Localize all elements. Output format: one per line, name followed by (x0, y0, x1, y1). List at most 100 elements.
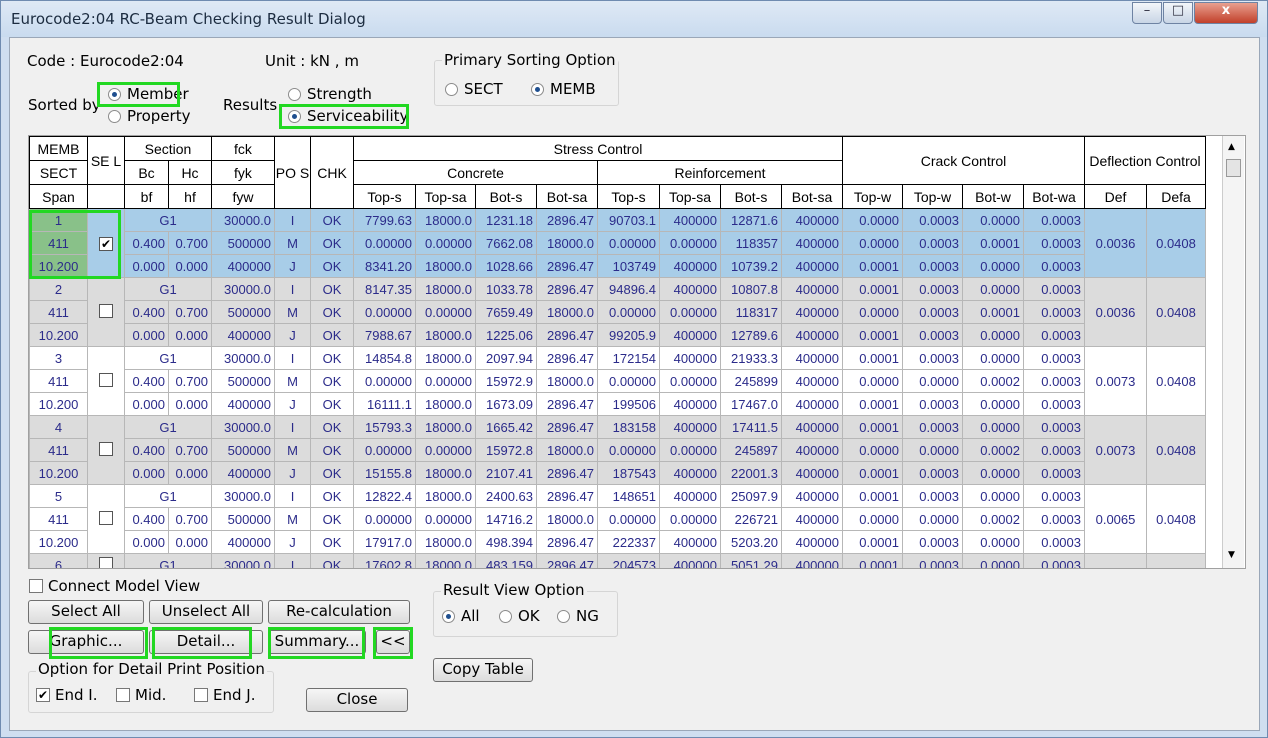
table-row[interactable]: 3 G1 30000.0 I OK 14854.8 18000.0 2097.94 2896.4… (29, 346, 1206, 416)
table-cell: 30000.0 (211, 277, 275, 301)
table-cell: 400000 (211, 530, 275, 554)
recalculation-button[interactable]: Re-calculation (268, 600, 410, 624)
crack-top-wa-header: Top-w (902, 184, 963, 209)
table-row[interactable]: 2 G1 30000.0 I OK 8147.35 18000.0 1033.78 2896.4… (29, 277, 1206, 347)
table-cell: 0.00000 (659, 507, 721, 531)
sel-cell[interactable] (87, 277, 125, 347)
table-cell: 0.700 (168, 507, 212, 531)
ok-radio[interactable] (499, 610, 512, 623)
table-row[interactable]: 411 0.400 0.700 500000 M OK 0.00000 0.00000 7662… (29, 231, 1206, 255)
close-button[interactable]: Close (306, 688, 408, 712)
sel-cell[interactable] (87, 484, 125, 554)
table-cell: 2896.47 (536, 461, 598, 485)
sel-cell[interactable] (87, 346, 125, 416)
table-cell: I (274, 346, 311, 370)
maximize-button[interactable]: □ (1163, 2, 1193, 24)
mid-checkbox[interactable] (116, 688, 130, 702)
table-cell: 8147.35 (353, 277, 416, 301)
result-table[interactable]: MEMB SE L Section fck PO S CHK Stress Co… (28, 135, 1246, 569)
table-cell: 222337 (597, 530, 660, 554)
table-cell: 0.00000 (659, 438, 721, 462)
dialog-client: Code : Eurocode2:04 Unit : kN , m Sorted… (9, 37, 1260, 731)
table-cell: 10739.2 (720, 254, 782, 278)
table-row[interactable]: 411 0.400 0.700 500000 M OK 0.00000 0.00000 1597… (29, 369, 1206, 393)
table-cell: 0.0003 (902, 231, 963, 255)
row-select-checkbox[interactable] (99, 372, 113, 387)
strength-radio[interactable] (288, 88, 301, 101)
table-cell: 0.0002 (962, 438, 1024, 462)
table-row[interactable]: 411 0.400 0.700 500000 M OK 0.00000 0.00000 7659… (29, 300, 1206, 324)
table-cell: 0.000 (168, 461, 212, 485)
table-cell: 0.0003 (902, 415, 963, 439)
result-grid: MEMB SE L Section fck PO S CHK Stress Co… (29, 136, 1206, 568)
table-cell: 400000 (781, 369, 843, 393)
table-cell: OK (310, 530, 354, 554)
row-select-checkbox[interactable] (99, 556, 113, 568)
table-cell: 0.0003 (902, 323, 963, 347)
defa-header: Defa (1146, 184, 1206, 209)
end-i-checkbox[interactable]: ✔ (36, 688, 50, 702)
table-cell: 10.200 (29, 461, 88, 485)
sect-radio[interactable] (445, 83, 458, 96)
table-cell: 18000.0 (415, 484, 476, 508)
conc-bot-s-header: Bot-s (475, 184, 537, 209)
table-row[interactable]: 10.200 0.000 0.000 400000 J OK 17917.0 18000.0 4… (29, 530, 1206, 554)
table-row[interactable]: 6 G1 30000.0 I OK 17602.8 18000.0 483.159 2896.4… (29, 553, 1206, 568)
def-header: Def (1084, 184, 1147, 209)
sel-cell[interactable] (87, 553, 125, 568)
table-cell: 500000 (211, 300, 275, 324)
table-cell: 2896.47 (536, 392, 598, 416)
table-row[interactable]: 411 0.400 0.700 500000 M OK 0.00000 0.00000 1471… (29, 507, 1206, 531)
strength-label: Strength (307, 85, 372, 103)
table-row[interactable]: 10.200 0.000 0.000 400000 J OK 15155.8 18000.0 2… (29, 461, 1206, 485)
table-cell: G1 (124, 346, 212, 370)
table-cell: 0.00000 (415, 300, 476, 324)
table-cell: 10.200 (29, 323, 88, 347)
scroll-up-icon[interactable]: ▲ (1228, 142, 1235, 152)
minimize-button[interactable]: – (1132, 2, 1162, 24)
table-row[interactable]: 10.200 0.000 0.000 400000 J OK 8341.20 18000.0 1… (29, 254, 1206, 278)
copy-table-button[interactable]: Copy Table (433, 658, 533, 682)
table-cell: 0.0000 (962, 254, 1024, 278)
table-cell: 17467.0 (720, 392, 782, 416)
table-row[interactable]: 1 ✔ G1 30000.0 I OK 7799.63 18000.0 1231.18 2896.… (29, 208, 1206, 278)
sel-cell[interactable] (87, 415, 125, 485)
table-cell: 25097.9 (720, 484, 782, 508)
table-cell: 0.0000 (962, 277, 1024, 301)
table-cell: 400000 (211, 392, 275, 416)
title-bar[interactable]: Eurocode2:04 RC-Beam Checking Result Dia… (1, 1, 1267, 37)
row-select-checkbox[interactable] (99, 441, 113, 456)
summary-highlight (268, 627, 365, 659)
table-cell: 0.00000 (415, 369, 476, 393)
unselect-all-button[interactable]: Unselect All (149, 600, 263, 624)
table-row[interactable]: 5 G1 30000.0 I OK 12822.4 18000.0 2400.63 2896.4… (29, 484, 1206, 554)
end-j-checkbox[interactable] (194, 688, 208, 702)
table-cell: 0.0000 (842, 231, 903, 255)
table-cell: 0.0000 (902, 369, 963, 393)
scroll-thumb[interactable] (1226, 159, 1241, 177)
table-cell: 0.400 (124, 369, 169, 393)
table-cell: OK (310, 369, 354, 393)
row-select-checkbox[interactable] (99, 303, 113, 318)
table-row[interactable]: 411 0.400 0.700 500000 M OK 0.00000 0.00000 1597… (29, 438, 1206, 462)
ng-radio[interactable] (557, 610, 570, 623)
crack-top-w-header: Top-w (842, 184, 903, 209)
table-cell: 400000 (781, 484, 843, 508)
table-row[interactable]: 10.200 0.000 0.000 400000 J OK 16111.1 18000.0 1… (29, 392, 1206, 416)
close-window-button[interactable]: x (1194, 2, 1258, 24)
table-cell: 0.0003 (1023, 369, 1085, 393)
table-row[interactable]: 4 G1 30000.0 I OK 15793.3 18000.0 1665.42 2896.4… (29, 415, 1206, 485)
all-radio[interactable] (442, 610, 455, 623)
property-radio[interactable] (108, 110, 121, 123)
scroll-down-icon[interactable]: ▼ (1228, 550, 1235, 560)
connect-model-view-checkbox[interactable] (29, 579, 43, 593)
row-select-checkbox[interactable] (99, 510, 113, 525)
table-cell: 0.00000 (415, 507, 476, 531)
vertical-scrollbar[interactable]: ▲ ▼ (1222, 136, 1244, 568)
table-cell: 7799.63 (353, 208, 416, 232)
memb-radio[interactable] (531, 83, 544, 96)
memb-header: MEMB (29, 136, 88, 161)
sect-label: SECT (464, 80, 503, 98)
table-row[interactable]: 10.200 0.000 0.000 400000 J OK 7988.67 18000.0 1… (29, 323, 1206, 347)
select-all-button[interactable]: Select All (28, 600, 144, 624)
